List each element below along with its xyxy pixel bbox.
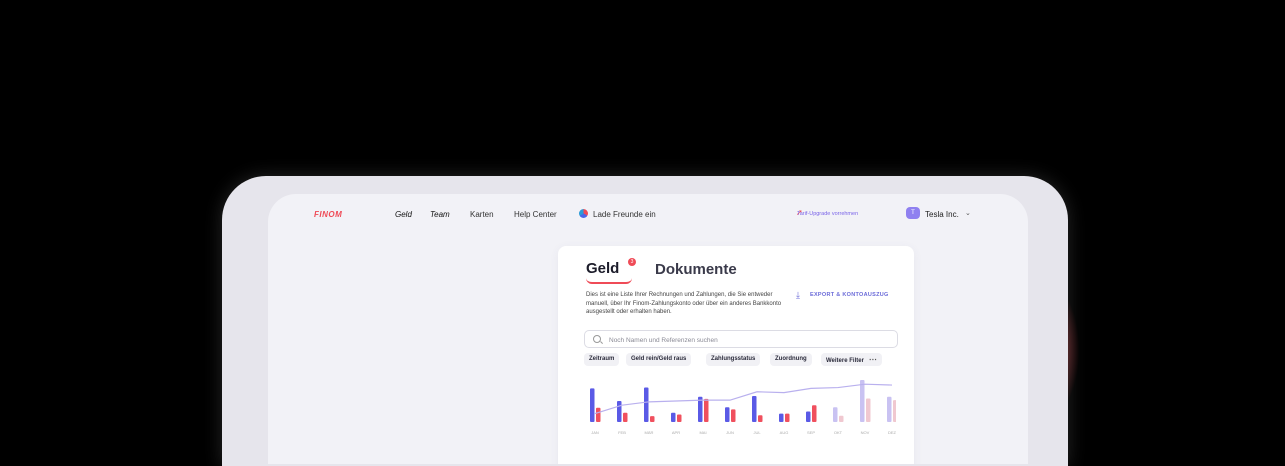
chart-bar	[833, 407, 838, 422]
chart-bar	[677, 414, 682, 422]
description-text: Dies ist eine Liste Ihrer Rechnungen und…	[586, 292, 782, 315]
x-tick-label: FEB	[618, 430, 626, 435]
chart-bar	[650, 416, 655, 422]
x-tick-label: JUN	[726, 430, 734, 435]
chart-bar	[725, 407, 730, 422]
filter-geld-rein-raus[interactable]: Geld rein/Geld raus	[626, 353, 692, 366]
chart-bar	[617, 401, 622, 422]
tab-geld[interactable]: Geld	[586, 260, 619, 277]
tab-dokumente[interactable]: Dokumente	[655, 261, 737, 278]
filter-zuordnung[interactable]: Zuordnung	[770, 353, 812, 366]
chart-bar	[623, 412, 628, 422]
chevron-down-icon[interactable]: ⌄	[965, 209, 971, 217]
more-icon: ⋯	[868, 355, 877, 364]
x-tick-label: MÄR	[645, 430, 654, 435]
main-card: Geld 3 Dokumente Dies ist eine Liste Ihr…	[558, 246, 914, 464]
x-tick-label: APR	[672, 430, 680, 435]
chart-bar	[779, 413, 784, 422]
chart-bar	[866, 398, 871, 422]
upgrade-link[interactable]: Tarif-Upgrade vorrehmen	[797, 211, 858, 217]
chart-bar	[590, 388, 595, 422]
avatar[interactable]: T	[906, 207, 920, 219]
finom-logo[interactable]: FINOM	[314, 210, 342, 219]
x-tick-label: MAI	[699, 430, 706, 435]
chart-bar	[644, 387, 649, 422]
chart-bar	[752, 395, 757, 422]
nav-invite-friends[interactable]: Lade Freunde ein	[593, 210, 656, 219]
chart-bar	[785, 413, 790, 422]
x-tick-label: DEZ	[888, 430, 896, 435]
x-tick-label: AUG	[780, 430, 789, 435]
chart-bar	[812, 405, 817, 422]
invite-icon	[579, 209, 588, 218]
chart-bar	[806, 411, 811, 422]
download-icon[interactable]: ⤓	[796, 290, 800, 301]
filter-weitere-filter[interactable]: Weitere Filter ⋯	[821, 353, 882, 366]
notification-badge: 3	[628, 258, 636, 266]
trend-line	[594, 383, 893, 415]
chart-bar	[704, 398, 709, 422]
app-screen: FINOM Geld Team Karten Help Center Lade …	[268, 194, 1028, 464]
active-tab-underline	[586, 278, 632, 284]
chart-bar	[839, 415, 844, 422]
chart-bar	[893, 400, 896, 422]
chart-bar	[596, 407, 601, 422]
search-input[interactable]	[607, 333, 891, 347]
search-box[interactable]	[584, 330, 898, 348]
chart-bar	[671, 412, 676, 422]
nav-team[interactable]: Team	[430, 210, 450, 219]
company-switcher[interactable]: Tesla Inc.	[925, 210, 959, 219]
x-tick-label: SEP	[807, 430, 815, 435]
chart-bar	[860, 380, 865, 422]
x-tick-label: JUL	[753, 430, 761, 435]
nav-karten[interactable]: Karten	[470, 210, 494, 219]
filter-zeitraum[interactable]: Zeitraum	[584, 353, 620, 366]
chart-bar	[731, 409, 736, 422]
nav-help-center[interactable]: Help Center	[514, 210, 557, 219]
x-tick-label: JAN	[591, 430, 599, 435]
filter-weitere-filter-label: Weitere Filter	[826, 358, 864, 364]
cashflow-chart: JAN FEB MÄR APR MAI JUN JUL AUG SEP OKT NOV DEZ	[590, 380, 896, 435]
x-tick-label: OKT	[834, 430, 843, 435]
x-tick-label: NOV	[861, 430, 870, 435]
export-button[interactable]: EXPORT & KONTOAUSZUG	[810, 292, 889, 298]
chart-bar	[758, 415, 763, 422]
nav-geld[interactable]: Geld	[395, 210, 412, 219]
search-icon	[593, 335, 601, 343]
filter-zahlungsstatus[interactable]: Zahlungsstatus	[706, 353, 761, 366]
chart-bar	[887, 396, 892, 422]
